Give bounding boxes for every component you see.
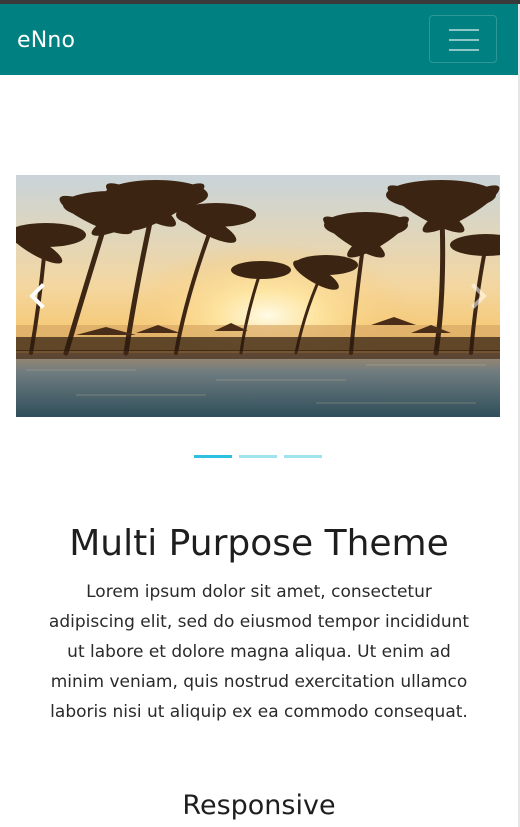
hero-carousel [16,175,500,417]
carousel-prev-button[interactable] [24,282,52,310]
carousel-next-button[interactable] [464,282,492,310]
navbar-toggle-button[interactable] [429,15,497,63]
hamburger-icon [449,29,479,51]
beach-palm-image [16,175,500,417]
chevron-right-icon [471,283,487,309]
feature-heading: Responsive [182,790,336,821]
navbar: eNno [0,4,518,75]
section-description: Lorem ipsum dolor sit amet, consectetur … [48,582,470,722]
section-title: Multi Purpose Theme [69,523,449,564]
carousel-indicators [194,455,322,459]
carousel-indicator-2[interactable] [239,455,277,458]
carousel-indicator-3[interactable] [284,455,322,458]
brand-logo[interactable]: eNno [17,27,75,55]
chevron-left-icon [29,283,45,309]
carousel-indicator-1[interactable] [194,455,232,458]
